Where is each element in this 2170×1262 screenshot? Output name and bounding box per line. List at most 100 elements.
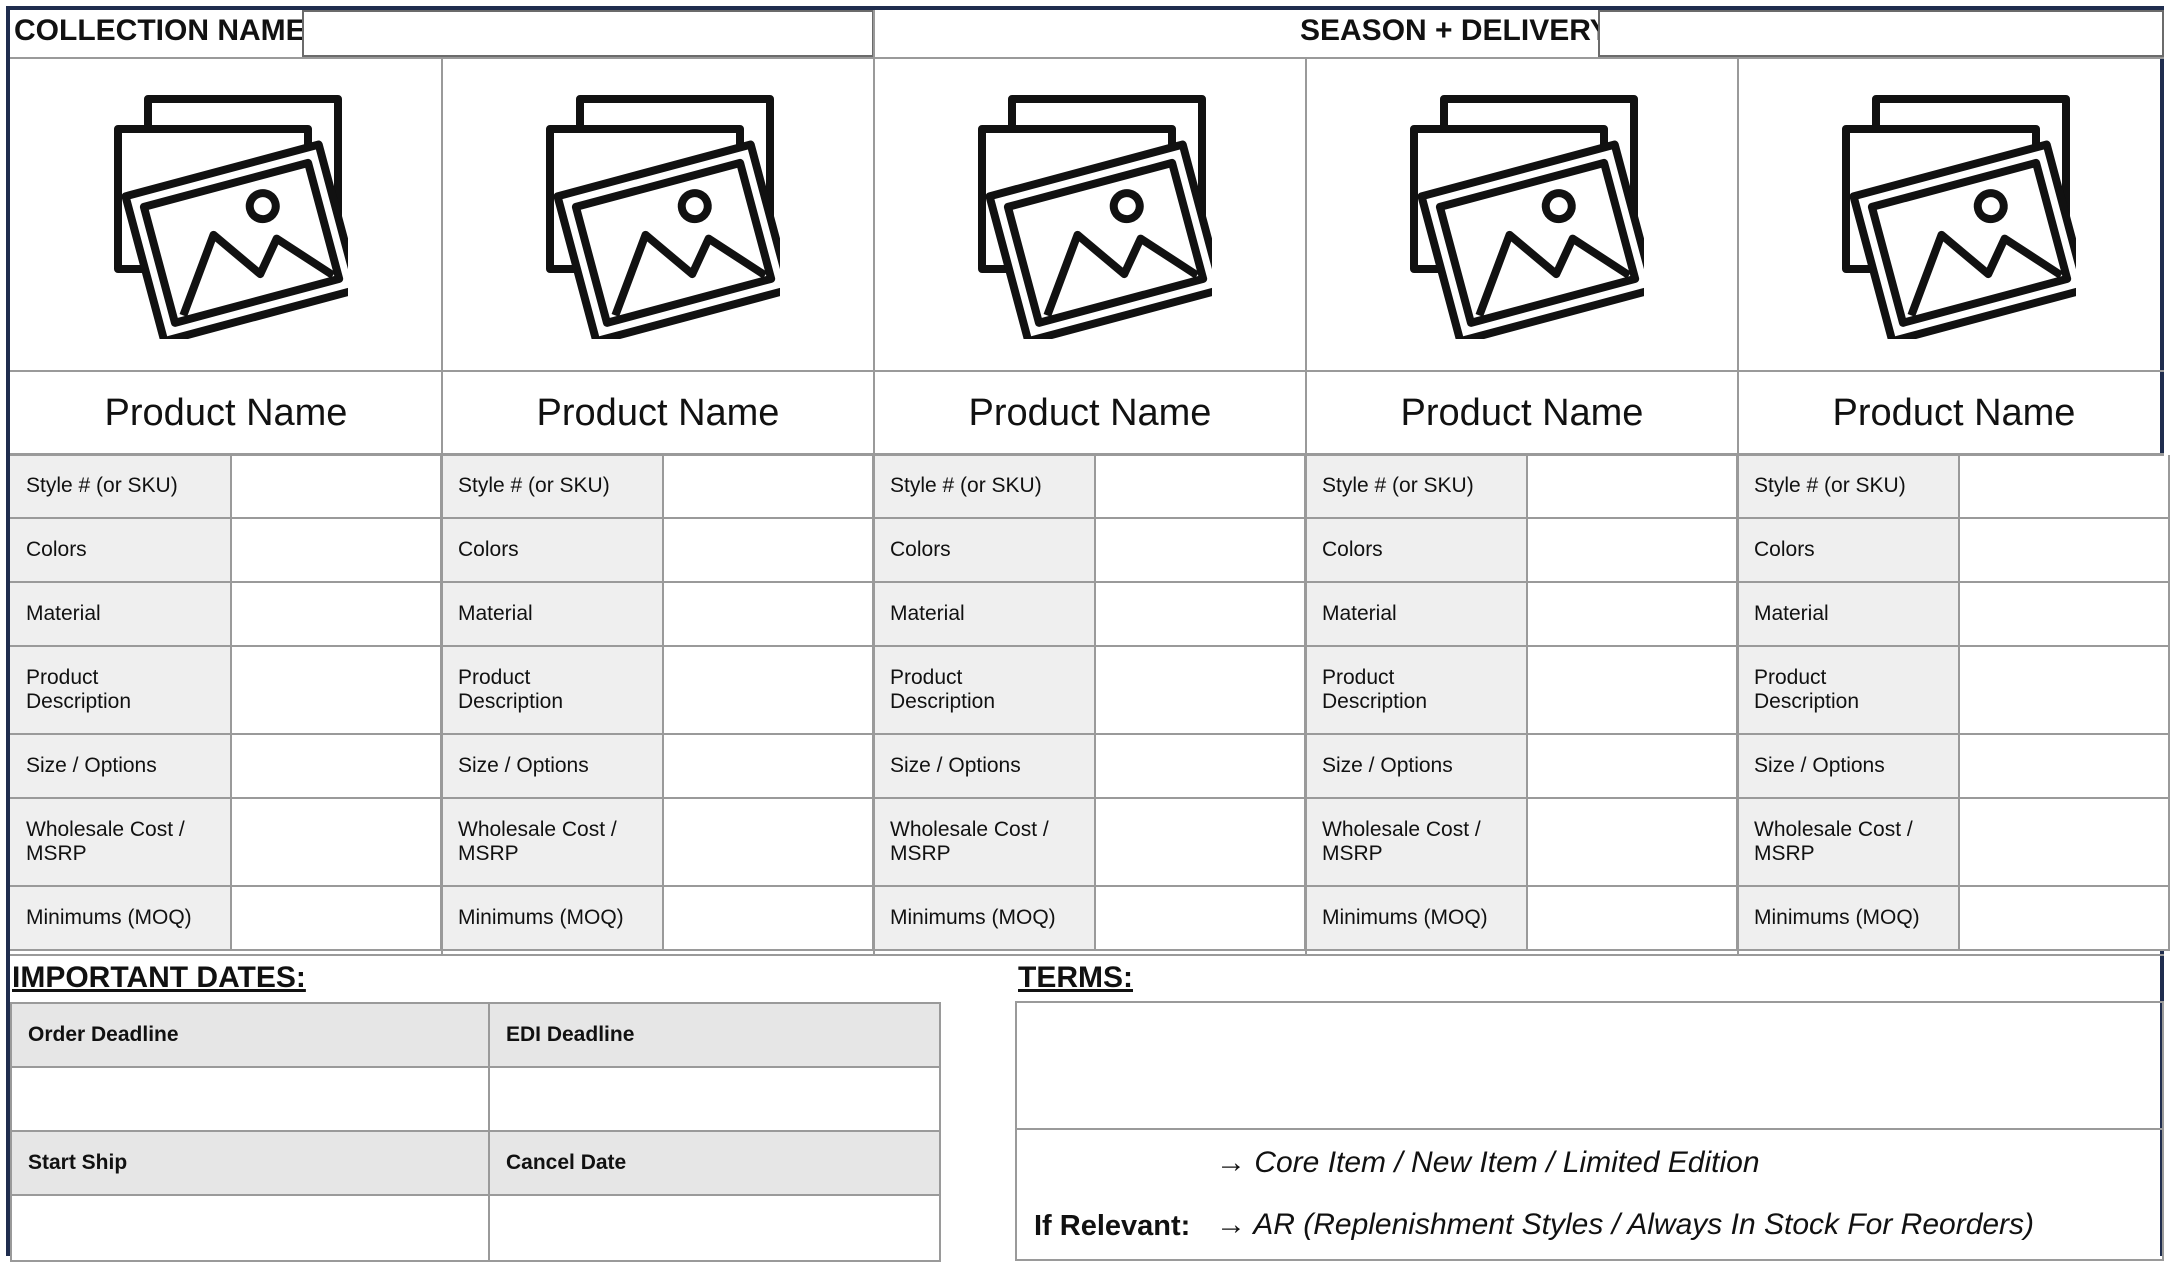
- spec-value-field[interactable]: [664, 647, 874, 735]
- edi-deadline-field[interactable]: [490, 1068, 939, 1130]
- spec-value-field[interactable]: [232, 735, 442, 799]
- edi-deadline-label: EDI Deadline: [490, 1004, 939, 1066]
- collection-name-label: COLLECTION NAME:: [14, 14, 316, 47]
- cancel-date-label: Cancel Date: [490, 1132, 939, 1194]
- spec-value-field[interactable]: [1528, 519, 1738, 583]
- spec-label-text: Minimums (MOQ): [890, 906, 1056, 929]
- important-dates-title: IMPORTANT DATES:: [12, 961, 306, 994]
- spec-label-text: Colors: [890, 538, 951, 561]
- spec-value-field[interactable]: [1960, 519, 2170, 583]
- spec-label-text: Minimums (MOQ): [1322, 906, 1488, 929]
- spec-label-text: Colors: [458, 538, 519, 561]
- spec-label: Style # (or SKU): [874, 455, 1096, 519]
- header-center-line: [873, 10, 875, 59]
- spec-label: Wholesale Cost / MSRP: [874, 799, 1096, 887]
- spec-value-field[interactable]: [232, 455, 442, 519]
- spec-value-field[interactable]: [232, 799, 442, 887]
- product-column-line: [1305, 59, 1307, 956]
- spec-value-field[interactable]: [232, 519, 442, 583]
- spec-label: Colors: [1738, 519, 1960, 583]
- spec-value-field[interactable]: [1960, 735, 2170, 799]
- spec-value-field[interactable]: [1528, 455, 1738, 519]
- spec-label-text: Style # (or SKU): [890, 474, 1042, 497]
- terms-title: TERMS:: [1018, 961, 1133, 994]
- spec-label: Product Description: [10, 647, 232, 735]
- spec-value-field[interactable]: [1528, 799, 1738, 887]
- spec-label: Wholesale Cost / MSRP: [10, 799, 232, 887]
- spec-value-field[interactable]: [664, 735, 874, 799]
- cancel-date-field[interactable]: [490, 1196, 939, 1256]
- spec-value-field[interactable]: [232, 583, 442, 647]
- spec-value-field[interactable]: [1096, 455, 1306, 519]
- spec-label-text: Material: [1322, 602, 1397, 625]
- if-relevant-label: If Relevant:: [1034, 1210, 1191, 1242]
- spec-value-field[interactable]: [1096, 799, 1306, 887]
- spec-label-text: Minimums (MOQ): [458, 906, 624, 929]
- spec-label: Material: [442, 583, 664, 647]
- spec-label-text: Minimums (MOQ): [1754, 906, 1920, 929]
- spec-value-field[interactable]: [1528, 735, 1738, 799]
- image-gallery-icon: [546, 95, 780, 339]
- spec-value-field[interactable]: [1960, 799, 2170, 887]
- spec-value-field[interactable]: [1960, 887, 2170, 951]
- spec-label: Size / Options: [874, 735, 1096, 799]
- product-name: Product Name: [104, 392, 348, 434]
- start-ship-field[interactable]: [12, 1196, 488, 1256]
- spec-label-text: Style # (or SKU): [26, 474, 178, 497]
- grid-bottom-line: [10, 954, 2164, 956]
- collection-name-field[interactable]: [302, 10, 874, 57]
- spec-value-field[interactable]: [1960, 455, 2170, 519]
- spec-label: Style # (or SKU): [1738, 455, 1960, 519]
- spec-label-text: Product Description: [26, 666, 132, 713]
- spec-label: Colors: [1306, 519, 1528, 583]
- spec-value-field[interactable]: [1096, 647, 1306, 735]
- spec-label: Size / Options: [10, 735, 232, 799]
- important-dates-table: Order Deadline EDI Deadline Start Ship C…: [10, 1002, 941, 1262]
- season-delivery-label: SEASON + DELIVERY:: [1300, 14, 1618, 47]
- spec-value-field[interactable]: [664, 799, 874, 887]
- spec-label-text: Size / Options: [1322, 754, 1453, 777]
- season-delivery-field[interactable]: [1598, 10, 2164, 57]
- spec-label: Style # (or SKU): [442, 455, 664, 519]
- image-gallery-icon: [114, 95, 348, 339]
- spec-value-field[interactable]: [1528, 583, 1738, 647]
- spec-label-text: Product Description: [458, 666, 564, 713]
- spec-value-field[interactable]: [232, 887, 442, 951]
- spec-label: Colors: [874, 519, 1096, 583]
- spec-label-text: Wholesale Cost / MSRP: [890, 818, 1049, 865]
- spec-value-field[interactable]: [1096, 735, 1306, 799]
- spec-label: Product Description: [442, 647, 664, 735]
- spec-label: Material: [10, 583, 232, 647]
- spec-value-field[interactable]: [664, 455, 874, 519]
- spec-value-field[interactable]: [664, 583, 874, 647]
- spec-value-field[interactable]: [1096, 583, 1306, 647]
- spec-label-text: Material: [26, 602, 101, 625]
- terms-field[interactable]: [1017, 1003, 2162, 1127]
- spec-label-text: Minimums (MOQ): [26, 906, 192, 929]
- image-gallery-icon: [1842, 95, 2076, 339]
- spec-value-field[interactable]: [1960, 583, 2170, 647]
- spec-value-field[interactable]: [1528, 887, 1738, 951]
- spec-label: Style # (or SKU): [1306, 455, 1528, 519]
- spec-label-text: Colors: [1322, 538, 1383, 561]
- spec-value-field[interactable]: [232, 647, 442, 735]
- spec-label-text: Wholesale Cost / MSRP: [26, 818, 185, 865]
- spec-value-field[interactable]: [1096, 519, 1306, 583]
- spec-label: Wholesale Cost / MSRP: [442, 799, 664, 887]
- product-name: Product Name: [968, 392, 1212, 434]
- spec-label-text: Product Description: [1754, 666, 1860, 713]
- spec-label: Wholesale Cost / MSRP: [1738, 799, 1960, 887]
- spec-label: Size / Options: [1738, 735, 1960, 799]
- order-deadline-label: Order Deadline: [12, 1004, 488, 1066]
- order-deadline-field[interactable]: [12, 1068, 488, 1130]
- spec-value-field[interactable]: [664, 887, 874, 951]
- spec-value-field[interactable]: [1960, 647, 2170, 735]
- spec-label: Colors: [10, 519, 232, 583]
- product-name: Product Name: [536, 392, 780, 434]
- spec-label-text: Wholesale Cost / MSRP: [1754, 818, 1913, 865]
- spec-value-field[interactable]: [1528, 647, 1738, 735]
- spec-value-field[interactable]: [1096, 887, 1306, 951]
- spec-label-text: Material: [1754, 602, 1829, 625]
- spec-value-field[interactable]: [664, 519, 874, 583]
- spec-label: Minimums (MOQ): [874, 887, 1096, 951]
